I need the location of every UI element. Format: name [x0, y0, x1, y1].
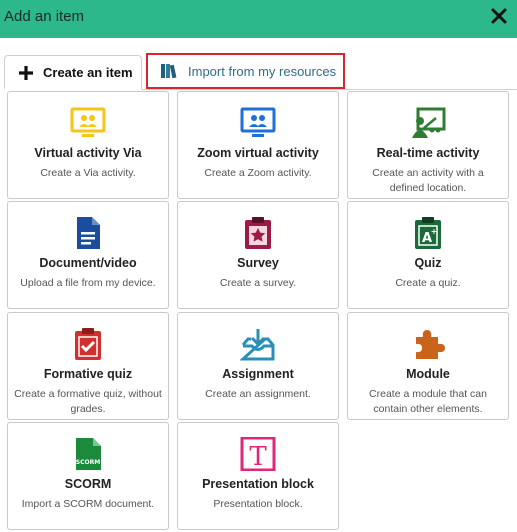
item-desc: Import a SCORM document. [21, 498, 155, 510]
item-name: Assignment [222, 367, 294, 381]
item-desc: Create a Via activity. [40, 167, 136, 179]
tab-import-resources-label: Import from my resources [188, 63, 337, 79]
item-desc: Create a module that can contain other e… [369, 388, 487, 415]
formative-clipboard-icon [75, 328, 101, 360]
item-name: Formative quiz [43, 367, 133, 381]
item-survey[interactable]: Survey Create a survey. [177, 201, 339, 309]
close-icon[interactable] [489, 6, 509, 26]
item-virtual-activity-via[interactable]: Virtual activity Via Create a Via activi… [7, 91, 169, 199]
item-name: Real-time activity [376, 146, 480, 160]
plus-icon [19, 65, 33, 80]
survey-clipboard-icon [245, 217, 271, 249]
inbox-download-icon [240, 329, 275, 361]
item-name: Module [406, 367, 450, 381]
item-name: Presentation block [202, 477, 314, 491]
item-formative-quiz[interactable]: Formative quiz Create a formative quiz, … [7, 312, 169, 420]
document-icon [77, 217, 100, 249]
virtual-class-icon [70, 107, 106, 137]
puzzle-icon [416, 330, 445, 359]
item-name: Document/video [39, 256, 137, 270]
tab-divider [142, 89, 517, 90]
scorm-icon-label: SCORM [76, 459, 100, 466]
item-desc: Upload a file from my device. [20, 277, 156, 289]
item-quiz[interactable]: A + Quiz Create a quiz. [347, 201, 509, 309]
tab-create-item-label: Create an item [43, 65, 133, 80]
item-desc: Create a quiz. [395, 277, 461, 289]
quiz-clipboard-icon: A + [415, 217, 441, 249]
item-presentation-block[interactable]: T Presentation block Presentation block. [177, 422, 339, 530]
tab-import-resources[interactable]: Import from my resources [146, 53, 345, 89]
classroom-icon [412, 107, 446, 138]
item-desc: Create a Zoom activity. [204, 167, 312, 179]
dialog-header: Add an item [0, 0, 517, 38]
dialog-title: Add an item [4, 8, 85, 25]
item-desc: Presentation block. [213, 498, 303, 510]
item-name: Quiz [414, 256, 442, 270]
zoom-class-icon [240, 107, 276, 137]
presentation-icon-letter: T [249, 442, 267, 471]
item-assignment[interactable]: Assignment Create an assignment. [177, 312, 339, 420]
item-document-video[interactable]: Document/video Upload a file from my dev… [7, 201, 169, 309]
tab-create-item[interactable]: Create an item [4, 55, 142, 89]
scorm-file-icon: SCORM [76, 438, 101, 470]
item-real-time-activity[interactable]: Real-time activity Create an activity wi… [347, 91, 509, 199]
books-icon [161, 64, 177, 79]
item-scorm[interactable]: SCORM SCORM Import a SCORM document. [7, 422, 169, 530]
item-zoom-virtual-activity[interactable]: Zoom virtual activity Create a Zoom acti… [177, 91, 339, 199]
item-desc: Create an activity with a defined locati… [372, 167, 484, 194]
item-name: Virtual activity Via [34, 146, 142, 160]
svg-text:+: + [431, 227, 438, 236]
item-desc: Create an assignment. [205, 388, 311, 400]
item-module[interactable]: Module Create a module that can contain … [347, 312, 509, 420]
text-block-icon: T [240, 437, 276, 471]
item-name: Zoom virtual activity [197, 146, 319, 160]
item-name: SCORM [64, 477, 112, 491]
item-desc: Create a formative quiz, without grades. [14, 388, 162, 415]
item-name: Survey [237, 256, 279, 270]
item-desc: Create a survey. [219, 277, 297, 289]
